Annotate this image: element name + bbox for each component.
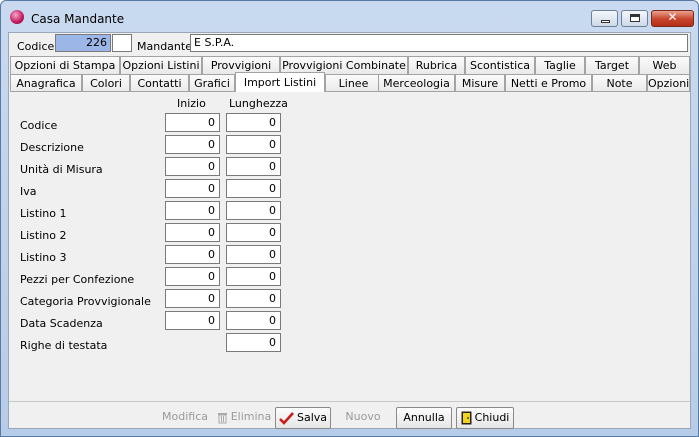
inizio-input[interactable]: 0 [165,289,220,308]
row-label: Categoria Provvigionale [20,295,151,308]
codice-field[interactable]: 226 [55,34,111,52]
modifica-button[interactable]: Modifica [159,407,211,429]
salva-button[interactable]: Salva [275,407,331,429]
tab-note[interactable]: Note [592,74,647,92]
chiudi-button[interactable]: Chiudi [456,407,514,429]
checkmark-icon [279,411,294,425]
main-window: Casa Mandante ✕ Codice 226 Mandante E S.… [0,0,699,437]
close-button[interactable]: ✕ [651,10,694,27]
minimize-icon [601,20,610,23]
inizio-input[interactable]: 0 [165,245,220,264]
lunghezza-input[interactable]: 0 [226,201,281,220]
inizio-input[interactable]: 0 [165,267,220,286]
tab-scontistica[interactable]: Scontistica [465,56,535,74]
lunghezza-input[interactable]: 0 [226,267,281,286]
exit-door-icon [461,411,472,425]
row-label: Unità di Misura [20,163,103,176]
lunghezza-input[interactable]: 0 [226,157,281,176]
row-label: Righe di testata [20,339,108,352]
elimina-button[interactable]: Elimina [215,407,273,429]
tab-web[interactable]: Web [639,56,690,74]
tab-contatti[interactable]: Contatti [130,74,189,92]
inizio-input[interactable]: 0 [165,135,220,154]
action-toolbar: Modifica Elimina Salva Nuovo Annulla Chi… [9,401,690,430]
row-label: Descrizione [20,141,84,154]
window-title: Casa Mandante [31,12,125,26]
tab-merceologia[interactable]: Merceologia [378,74,455,92]
inizio-input[interactable]: 0 [165,113,220,132]
tab-target[interactable]: Target [585,56,639,74]
tab-import-listini[interactable]: Import Listini [235,72,325,92]
minimize-button[interactable] [591,10,618,27]
codice-extra-field[interactable] [112,34,132,52]
tab-netti-e-promo[interactable]: Netti e Promo [505,74,592,92]
maximize-button[interactable] [621,10,648,27]
row-label: Iva [20,185,37,198]
tab-grafici[interactable]: Grafici [189,74,235,92]
lunghezza-input[interactable]: 0 [226,311,281,330]
maximize-icon [630,14,640,22]
trash-icon [217,412,227,423]
inizio-input[interactable]: 0 [165,201,220,220]
row-label: Listino 2 [20,229,67,242]
lunghezza-input[interactable]: 0 [226,179,281,198]
annulla-button[interactable]: Annulla [396,407,452,429]
import-listini-panel: Inizio Lunghezza Codice 0 0 Descrizione 0 0 Un… [10,91,690,402]
inizio-input[interactable]: 0 [165,223,220,242]
app-icon [10,10,24,24]
mandante-label: Mandante [137,40,192,53]
tab-misure[interactable]: Misure [455,74,505,92]
tab-opzioni-listini[interactable]: Opzioni Listini [120,56,202,74]
lunghezza-input[interactable]: 0 [226,135,281,154]
row-label: Listino 1 [20,207,67,220]
tab-taglie[interactable]: Taglie [535,56,585,74]
inizio-input[interactable]: 0 [165,157,220,176]
nuovo-button[interactable]: Nuovo [341,407,385,429]
row-label: Listino 3 [20,251,67,264]
tab-rubrica[interactable]: Rubrica [408,56,465,74]
lunghezza-input[interactable]: 0 [226,333,281,352]
tab-row-2: Anagrafica Colori Contatti Grafici Import Li… [10,72,690,92]
title-bar[interactable]: Casa Mandante ✕ [1,1,698,31]
tab-opzioni-di-stampa[interactable]: Opzioni di Stampa [10,56,120,74]
mandante-field[interactable]: E S.P.A. [190,34,688,52]
inizio-input[interactable]: 0 [165,179,220,198]
codice-label: Codice [17,40,55,53]
close-icon: ✕ [667,10,678,24]
row-label: Data Scadenza [20,317,103,330]
inizio-column-header: Inizio [177,97,206,110]
tab-row-1: Opzioni di Stampa Opzioni Listini Provvigi… [10,56,690,74]
tab-colori[interactable]: Colori [82,74,130,92]
tab-linee[interactable]: Linee [325,74,382,92]
lunghezza-input[interactable]: 0 [226,113,281,132]
row-label: Codice [20,119,58,132]
lunghezza-input[interactable]: 0 [226,289,281,308]
tab-anagrafica[interactable]: Anagrafica [10,74,82,92]
lunghezza-input[interactable]: 0 [226,245,281,264]
row-label: Pezzi per Confezione [20,273,135,286]
lunghezza-column-header: Lunghezza [229,97,288,110]
inizio-input[interactable]: 0 [165,311,220,330]
lunghezza-input[interactable]: 0 [226,223,281,242]
tab-opzioni[interactable]: Opzioni [647,74,690,92]
window-client-area: Codice 226 Mandante E S.P.A. Opzioni di … [8,32,691,429]
